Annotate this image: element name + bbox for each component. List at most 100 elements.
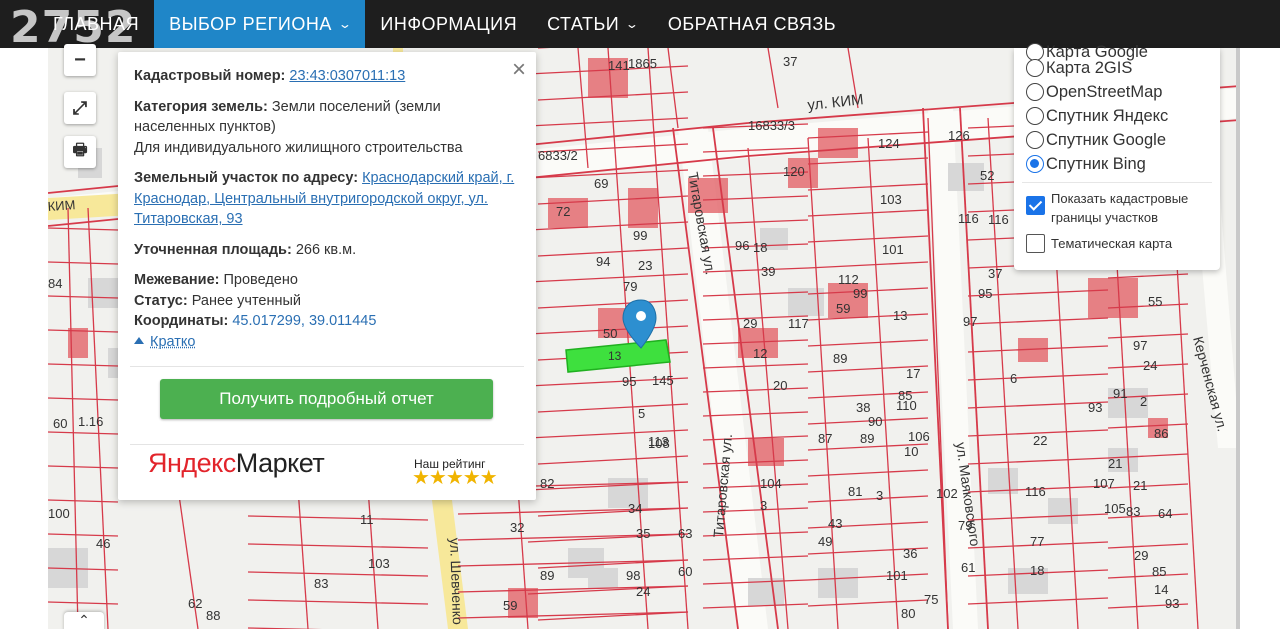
printer-icon: 🖶 xyxy=(72,141,88,159)
parcel-number-label: 36 xyxy=(903,546,917,561)
layer-option-bing-sat[interactable]: Спутник Bing xyxy=(1026,152,1146,176)
map-pin-dot xyxy=(636,311,646,321)
parcel-number-label: 124 xyxy=(878,136,900,151)
parcel-number-label: 3 xyxy=(876,488,883,503)
parcel-number-label: 98 xyxy=(626,568,640,583)
building xyxy=(948,163,984,191)
parcel-number-label: 2 xyxy=(1140,394,1147,409)
parcel-number-label: 62 xyxy=(188,596,202,611)
divider xyxy=(1022,182,1212,183)
thematic-map-option[interactable]: Тематическая карта xyxy=(1026,234,1172,253)
layer-option-yandex-sat[interactable]: Спутник Яндекс xyxy=(1026,104,1168,128)
parcel-number-label: 95 xyxy=(622,374,636,389)
parcel-number-label: 17 xyxy=(906,366,920,381)
parcel-number-label: 59 xyxy=(503,598,517,613)
parcel-number-label: 116 xyxy=(1025,484,1046,499)
parcel-number-label: 117 xyxy=(788,316,809,331)
nav-feedback-label: Обратная связь xyxy=(667,13,837,34)
parcel-number-label: 60 xyxy=(678,564,692,579)
chevron-down-icon: ⌄ xyxy=(625,17,640,31)
parcel-number-label: 59 xyxy=(836,301,850,316)
address-label: Земельный участок по адресу: xyxy=(134,170,359,186)
parcel-number-label: 103 xyxy=(880,192,902,207)
parcel-info-popup: × Кадастровый номер: 23:43:0307011:13 Ка… xyxy=(118,52,536,500)
parcel-number-label: 89 xyxy=(860,431,874,446)
nav-info[interactable]: Информация xyxy=(365,0,532,48)
parcel-number-label: 3 xyxy=(760,498,767,513)
coordinates-row: Координаты: 45.017299, 39.011445 xyxy=(134,311,520,332)
nav-region-label: Выбор региона xyxy=(169,13,332,34)
coordinates-value[interactable]: 45.017299, 39.011445 xyxy=(232,313,376,329)
cadastral-number-label: Кадастровый номер: xyxy=(134,68,286,84)
page-margin-left xyxy=(0,48,48,629)
short-link[interactable]: Кратко xyxy=(150,334,195,350)
radio-button[interactable] xyxy=(1026,59,1044,77)
parcel-number-label: 64 xyxy=(1158,506,1172,521)
parcel-number-label: 55 xyxy=(1148,294,1162,309)
parcel-number-label: 86 xyxy=(1154,426,1168,441)
radio-button[interactable] xyxy=(1026,107,1044,125)
layer-option-osm[interactable]: OpenStreetMap xyxy=(1026,80,1162,104)
layer-option-google-sat[interactable]: Спутник Google xyxy=(1026,128,1166,152)
layer-label: Спутник Google xyxy=(1046,130,1166,149)
show-borders-option[interactable]: Показать кадастровые границы участков xyxy=(1026,189,1220,227)
parcel-number-label: 87 xyxy=(818,431,832,446)
status-label: Статус: xyxy=(134,292,188,309)
parcel-number-label: 34 xyxy=(628,501,642,516)
yandex-market-logo[interactable]: ЯндексМаркет xyxy=(148,450,325,477)
building-red xyxy=(1088,278,1138,318)
parcel-number-label: 120 xyxy=(783,164,805,179)
parcel-number-label: 100 xyxy=(48,506,70,521)
nav-articles-label: Статьи xyxy=(547,13,620,34)
parcel-number-label: 93 xyxy=(1165,596,1179,611)
zoom-out-button[interactable]: − xyxy=(64,44,96,76)
address-row: Земельный участок по адресу: Краснодарск… xyxy=(134,168,520,230)
building xyxy=(818,568,858,598)
parcel-number-label: 61 xyxy=(961,560,975,575)
parcel-number-label: 23 xyxy=(638,258,652,273)
nav-articles[interactable]: Статьи ⌄ xyxy=(532,0,653,48)
parcel-number-label: 85 xyxy=(1152,564,1166,579)
nav-feedback[interactable]: Обратная связь xyxy=(653,0,851,48)
parcel-number-label: 18 xyxy=(1030,563,1044,578)
parcel-number-label: 69 xyxy=(594,176,608,191)
layer-option-2gis[interactable]: Карта 2GIS xyxy=(1026,56,1132,80)
scroll-up-button[interactable]: ⌃ xyxy=(64,612,104,629)
parcel-number-label: 81 xyxy=(848,484,862,499)
market-logo-part: Маркет xyxy=(235,448,325,478)
parcel-number-label: 43 xyxy=(828,516,842,531)
parcel-number-label: 90 xyxy=(868,414,882,429)
parcel-number-label: 11 xyxy=(360,512,374,527)
fullscreen-button[interactable]: ⤢ xyxy=(64,92,96,124)
parcel-number-label: 21 xyxy=(1108,456,1122,471)
radio-button[interactable] xyxy=(1026,83,1044,101)
parcel-number-label: 102 xyxy=(936,486,958,501)
parcel-number-label: 1.16 xyxy=(78,414,103,429)
divider xyxy=(130,444,524,445)
parcel-number-label: 96 xyxy=(735,238,749,253)
land-category-label: Категория земель: xyxy=(134,98,268,115)
parcel-number-label: 29 xyxy=(1134,548,1148,563)
parcel-number-label: 83 xyxy=(1126,504,1140,519)
radio-button[interactable] xyxy=(1026,131,1044,149)
print-button[interactable]: 🖶 xyxy=(64,136,96,168)
parcel-number-label: 116 xyxy=(988,212,1009,227)
parcel-number-label: 103 xyxy=(368,556,390,571)
close-icon[interactable]: × xyxy=(512,58,526,82)
get-report-button[interactable]: Получить подробный отчет xyxy=(160,379,493,419)
nav-info-label: Информация xyxy=(380,13,518,34)
chevron-up-icon: ⌃ xyxy=(78,612,90,628)
parcel-number-label: 80 xyxy=(901,606,915,621)
short-toggle[interactable]: Кратко xyxy=(134,332,520,353)
checkbox[interactable] xyxy=(1026,234,1045,253)
parcel-number-label: 84 xyxy=(48,276,62,291)
checkbox-checked[interactable] xyxy=(1026,196,1045,215)
nav-region[interactable]: Выбор региона ⌄ xyxy=(154,0,366,48)
parcel-number-label: 63 xyxy=(678,526,692,541)
cadastral-number-link[interactable]: 23:43:0307011:13 xyxy=(289,68,405,84)
radio-button-selected[interactable] xyxy=(1026,155,1044,173)
parcel-number-label: 101 xyxy=(882,242,904,257)
parcel-number-label: 37 xyxy=(783,54,797,69)
building xyxy=(1048,498,1078,524)
parcel-number-label: 101 xyxy=(886,568,908,583)
